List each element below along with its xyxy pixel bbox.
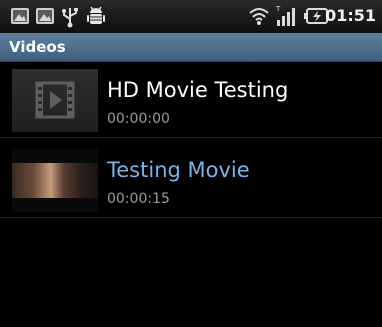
status-bar: T 01:51 (0, 0, 382, 33)
page-title: Videos (9, 38, 66, 56)
letterbox-bar (12, 149, 98, 163)
video-placeholder-icon (12, 81, 98, 136)
list-item[interactable]: HD Movie Testing 00:00:00 (0, 62, 382, 138)
list-item[interactable]: Testing Movie 00:00:15 (0, 138, 382, 218)
video-list: HD Movie Testing 00:00:00 Testing Movie … (0, 62, 382, 218)
video-title: Testing Movie (107, 158, 250, 182)
video-duration: 00:00:15 (107, 191, 170, 207)
video-duration: 00:00:00 (107, 111, 170, 127)
wifi-icon (248, 5, 270, 31)
svg-text:T: T (276, 5, 281, 13)
clock: 01:51 (325, 6, 376, 25)
gallery-icon (10, 6, 30, 30)
title-bar: Videos (0, 33, 382, 62)
letterbox-bar (12, 198, 98, 212)
android-debug-icon (86, 6, 106, 32)
signal-icon: T (275, 4, 298, 32)
video-thumbnail (12, 69, 98, 132)
gallery-icon (35, 6, 55, 30)
video-title: HD Movie Testing (107, 78, 289, 102)
usb-icon (61, 6, 79, 32)
video-thumbnail (12, 149, 98, 212)
